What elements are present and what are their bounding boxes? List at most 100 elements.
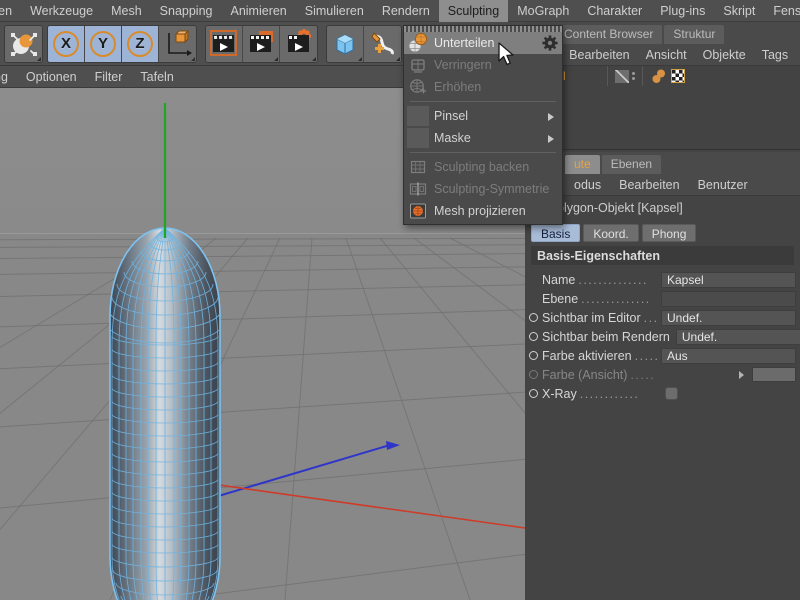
label-ebene: Ebene [542, 291, 579, 306]
subdivide-icon [407, 32, 429, 53]
render-settings-icon[interactable] [280, 25, 317, 62]
radio-icon[interactable] [529, 313, 538, 322]
spline-pen-icon[interactable] [364, 25, 401, 62]
axis-z-label: Z [135, 35, 145, 52]
viewport-menu-filter[interactable]: Filter [86, 66, 132, 88]
dot-leader: .............. [581, 292, 651, 305]
increase-icon [407, 77, 429, 97]
tab-struktur[interactable]: Struktur [664, 25, 725, 44]
label-xray: X-Ray [542, 386, 577, 401]
om-menu-ansicht[interactable]: Ansicht [638, 44, 695, 66]
tab-attribute[interactable]: ute [565, 155, 600, 174]
menu-item-erhoehen[interactable]: Erhöhen [404, 76, 562, 98]
chevron-right-icon[interactable] [739, 370, 749, 379]
world-coordinate-icon[interactable] [159, 25, 196, 62]
attribute-object-title: olygon-Objekt [Kapsel] [525, 198, 800, 218]
name-field[interactable]: Kapsel [661, 271, 796, 288]
om-menu-bearbeiten[interactable]: Bearbeiten [561, 44, 637, 66]
menu-charakter[interactable]: Charakter [578, 0, 651, 22]
menu-bearbeiten[interactable]: ren [0, 0, 21, 22]
color-swatch[interactable] [752, 367, 796, 382]
radio-icon[interactable] [529, 351, 538, 360]
right-panel-column: te Content Browser Struktur atei Bearbei… [525, 0, 800, 600]
om-menu-objekte[interactable]: Objekte [695, 44, 754, 66]
cube-primitive-icon[interactable] [327, 25, 364, 62]
mask-submenu-icon [407, 128, 429, 148]
attribute-object-label: olygon-Objekt [Kapsel] [557, 201, 683, 215]
table-row[interactable]: Kapsel [525, 66, 800, 86]
viewport-menu-ansicht[interactable]: ng [0, 66, 17, 88]
ground-grid-cross [0, 237, 525, 600]
label-sichtbar-rendern: Sichtbar beim Rendern [542, 329, 670, 344]
menu-item-sculpting-backen[interactable]: Sculpting backen [404, 156, 562, 178]
tab-ebenen[interactable]: Ebenen [601, 155, 662, 174]
visibility-toggle-icon[interactable] [615, 69, 629, 83]
radio-icon[interactable] [529, 370, 538, 379]
menu-item-pinsel[interactable]: Pinsel [404, 105, 562, 127]
menu-item-label: Sculpting backen [434, 160, 530, 174]
xray-checkbox[interactable] [665, 387, 678, 400]
checker-tag-icon[interactable] [671, 69, 685, 83]
farbe-aktivieren-dropdown[interactable]: Aus [661, 347, 796, 364]
subtab-basis[interactable]: Basis [531, 224, 581, 242]
menu-item-sculpting-symmetrie[interactable]: Sculpting-Symmetrie [404, 178, 562, 200]
menu-mograph[interactable]: MoGraph [508, 0, 578, 22]
menu-sculpting[interactable]: Sculpting [438, 0, 509, 22]
tab-content-browser[interactable]: Content Browser [555, 25, 663, 44]
menu-item-label: Maske [434, 131, 471, 145]
menu-werkzeuge[interactable]: Werkzeuge [21, 0, 102, 22]
object-manager-menubar: atei Bearbeiten Ansicht Objekte Tags [525, 44, 800, 66]
attribute-manager-tabs: ute Ebenen [525, 152, 800, 174]
gear-icon[interactable] [542, 35, 558, 51]
visibility-column[interactable] [608, 69, 642, 83]
render-region-icon[interactable] [243, 25, 280, 62]
om-menu-tags[interactable]: Tags [754, 44, 796, 66]
axis-lock-z-button[interactable]: Z [122, 25, 159, 62]
attr-menu-benutzer[interactable]: Benutzer [689, 174, 757, 196]
menu-skript[interactable]: Skript [714, 0, 764, 22]
axis-lock-x-button[interactable]: X [48, 25, 85, 62]
menu-separator [410, 101, 556, 102]
property-row-xray: X-Ray ............ [525, 384, 800, 403]
menu-fenster[interactable]: Fenster [764, 0, 800, 22]
move-rotate-scale-icon[interactable] [5, 25, 42, 62]
property-row-sichtbar-editor: Sichtbar im Editor .... Undef. [525, 308, 800, 327]
section-header-basis: Basis-Eigenschaften [531, 246, 794, 265]
dot-leader: ............ [579, 387, 640, 400]
axis-lock-y-button[interactable]: Y [85, 25, 122, 62]
menu-item-label: Pinsel [434, 109, 469, 123]
menu-item-maske[interactable]: Maske [404, 127, 562, 149]
sculpting-dropdown-menu[interactable]: Unterteilen Verringern Erhöhen Pinsel Ma… [403, 25, 563, 225]
menu-simulieren[interactable]: Simulieren [296, 0, 373, 22]
menu-snapping[interactable]: Snapping [151, 0, 222, 22]
menu-plugins[interactable]: Plug-ins [651, 0, 714, 22]
attr-menu-bearbeiten[interactable]: Bearbeiten [610, 174, 688, 196]
radio-icon[interactable] [529, 332, 538, 341]
menu-animieren[interactable]: Animieren [221, 0, 295, 22]
menu-item-verringern[interactable]: Verringern [404, 54, 562, 76]
tag-column[interactable] [643, 69, 685, 84]
capsule-object [109, 227, 221, 600]
radio-icon[interactable] [529, 389, 538, 398]
attr-menu-modus[interactable]: odus [565, 174, 610, 196]
menu-rendern[interactable]: Rendern [373, 0, 439, 22]
material-tag-icon[interactable] [651, 69, 667, 84]
subtab-phong[interactable]: Phong [641, 224, 697, 242]
label-farbe-aktivieren: Farbe aktivieren [542, 348, 632, 363]
menu-item-mesh-projizieren[interactable]: Mesh projizieren [404, 200, 562, 222]
property-row-ebene: Ebene .............. [525, 289, 800, 308]
render-view-icon[interactable] [206, 25, 243, 62]
menu-item-unterteilen[interactable]: Unterteilen [404, 32, 562, 54]
visibility-dots-icon[interactable] [632, 72, 635, 80]
menu-mesh[interactable]: Mesh [102, 0, 151, 22]
menu-item-label: Erhöhen [434, 80, 482, 94]
sichtbar-editor-dropdown[interactable]: Undef. [661, 309, 796, 326]
ebene-field[interactable] [661, 290, 796, 307]
menu-item-label: Verringern [434, 58, 492, 72]
object-manager-list[interactable]: Kapsel [525, 66, 800, 150]
viewport-menu-optionen[interactable]: Optionen [17, 66, 86, 88]
viewport-menu-tafeln[interactable]: Tafeln [131, 66, 182, 88]
sichtbar-rendern-dropdown[interactable]: Undef. [675, 328, 800, 345]
subtab-koord[interactable]: Koord. [583, 224, 639, 242]
main-menubar: ren Werkzeuge Mesh Snapping Animieren Si… [0, 0, 800, 22]
